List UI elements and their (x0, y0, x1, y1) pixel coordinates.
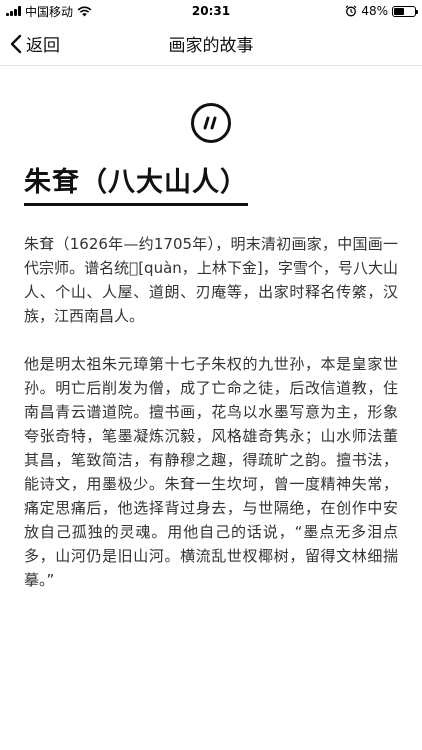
article-title: 朱耷（八大山人） (24, 167, 248, 207)
article-paragraph: 他是明太祖朱元璋第十七子朱权的九世孙，本是皇家世孙。明亡后削发为僧，成了亡命之徒… (24, 355, 398, 590)
status-left: 中国移动 (6, 3, 92, 20)
back-button[interactable]: 返回 (0, 22, 60, 65)
back-label: 返回 (26, 36, 60, 56)
article-content: 朱耷（八大山人） 朱耷（1626年—约1705年），明末清初画家，中国画一代宗师… (0, 103, 422, 592)
battery-icon (392, 5, 418, 17)
wifi-icon (77, 6, 92, 16)
article-paragraph: 朱耷（1626年—约1705年），明末清初画家，中国画一代宗师。谱名统𨨗[quà… (24, 235, 398, 326)
battery-fill (394, 7, 404, 15)
quote-icon (191, 103, 231, 143)
carrier-label: 中国移动 (25, 4, 74, 19)
signal-icon (6, 6, 21, 16)
nav-bar: 返回 画家的故事 (0, 22, 422, 66)
status-bar: 中国移动 20:31 48% (0, 0, 422, 22)
chevron-left-icon (10, 34, 22, 53)
page-title: 画家的故事 (168, 36, 254, 56)
status-right: 48% (345, 4, 418, 18)
battery-percent: 48% (361, 4, 388, 18)
alarm-icon (345, 5, 357, 17)
